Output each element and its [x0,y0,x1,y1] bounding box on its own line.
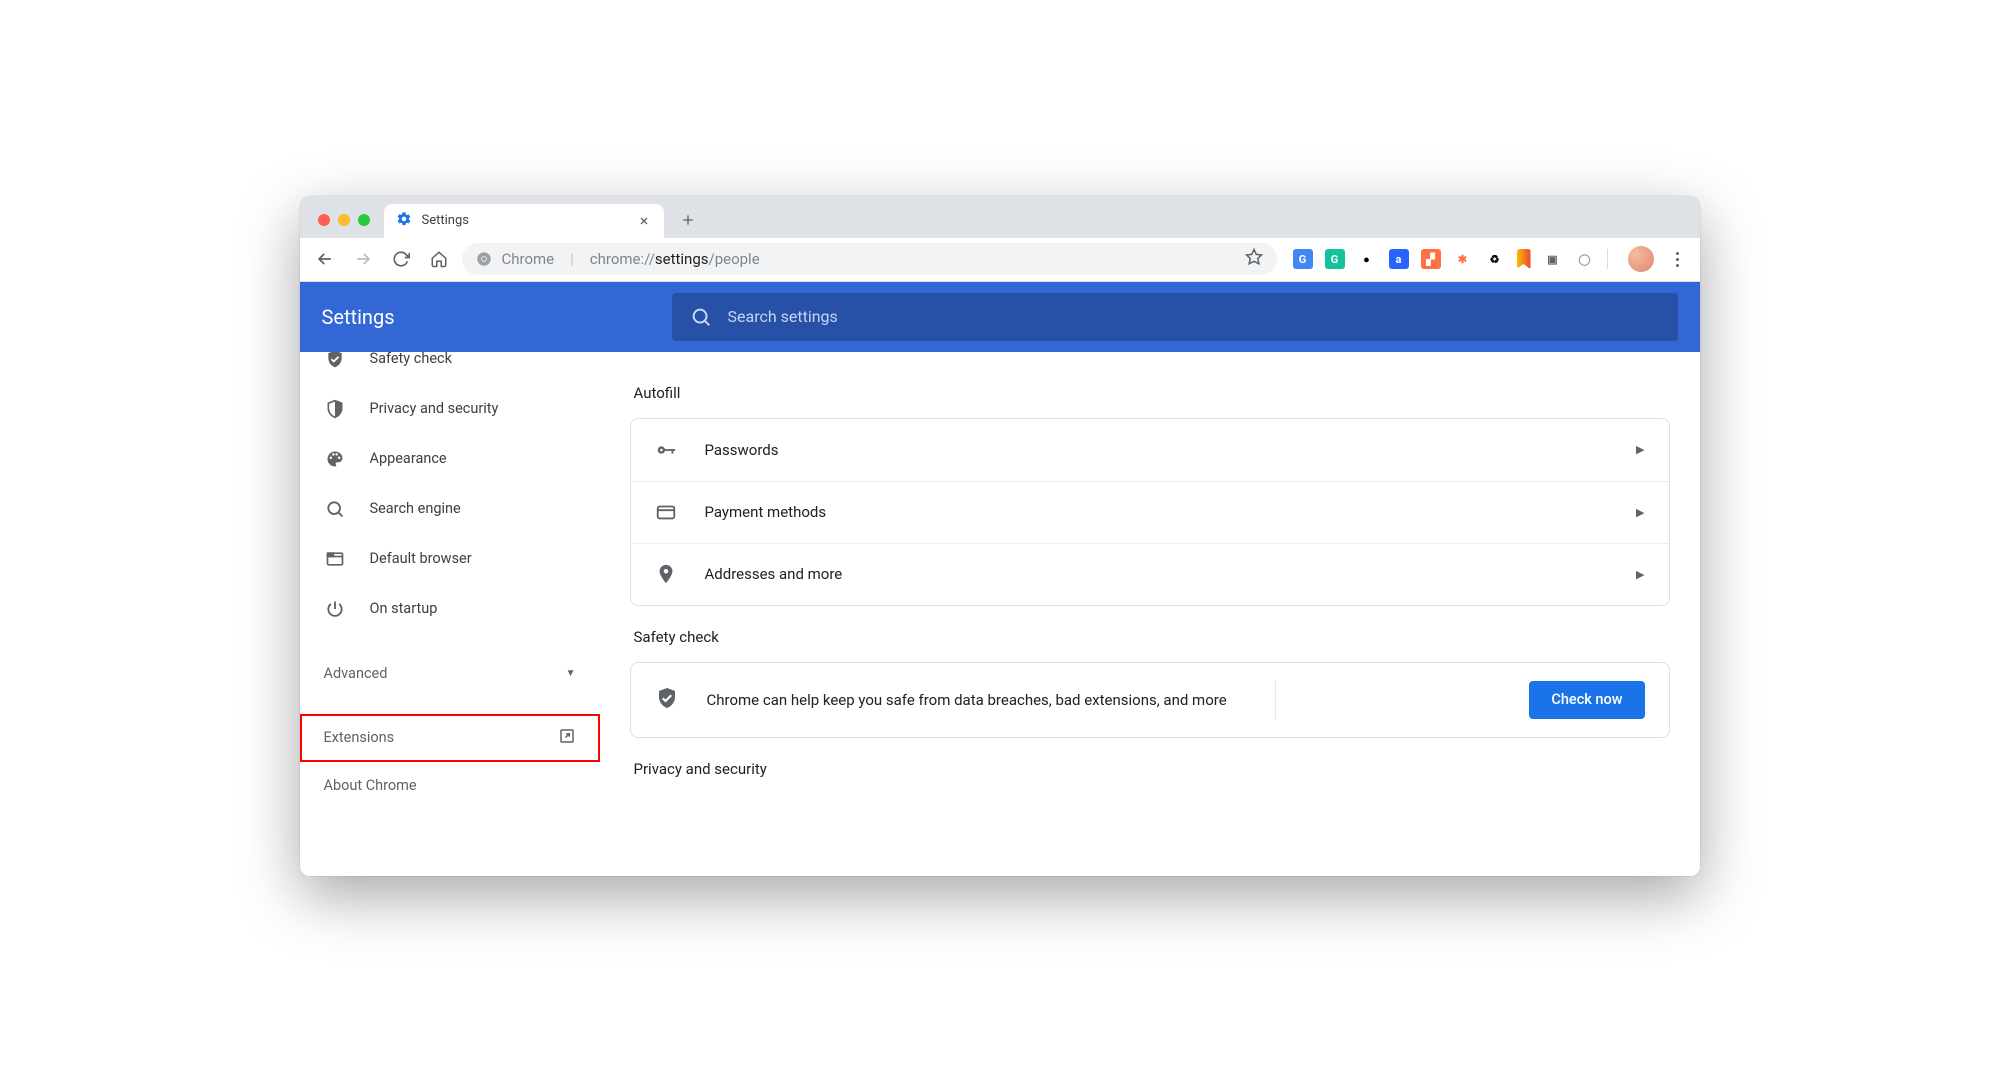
about-label: About Chrome [324,777,417,794]
search-settings-input[interactable]: Search settings [672,293,1678,341]
content-area: Safety check Privacy and security Appear… [300,352,1700,876]
bookmark-star-icon[interactable] [1245,248,1263,270]
close-window-button[interactable] [318,214,330,226]
search-placeholder: Search settings [728,307,838,326]
extension-icon-circle[interactable]: ◯ [1575,249,1595,269]
autofill-passwords-row[interactable]: Passwords ▶ [631,419,1669,481]
autofill-addresses-row[interactable]: Addresses and more ▶ [631,543,1669,605]
separator [1607,249,1608,269]
advanced-label: Advanced [324,665,388,682]
gear-icon [396,211,412,231]
sidebar-item-default-browser[interactable]: Default browser [300,534,600,584]
extension-icon-amazon[interactable]: a [1389,249,1409,269]
sidebar-item-label: Safety check [370,352,452,368]
extensions-label: Extensions [324,729,395,746]
extension-icon-translate[interactable]: G [1293,249,1313,269]
check-now-button[interactable]: Check now [1529,681,1644,719]
sidebar-item-search-engine[interactable]: Search engine [300,484,600,534]
minimize-window-button[interactable] [338,214,350,226]
page-title: Settings [322,305,652,329]
forward-button[interactable] [348,244,378,274]
browser-toolbar: Chrome | chrome://settings/people GG ● a ▞ ✱… [300,238,1700,282]
chevron-right-icon: ▶ [1636,506,1644,519]
extension-icon-recycle[interactable]: ♻ [1485,249,1505,269]
search-icon [324,499,346,519]
pin-icon [655,563,677,585]
extension-icon-grammarly[interactable]: G [1325,249,1345,269]
reload-button[interactable] [386,244,416,274]
extension-icon-bookmark[interactable] [1517,249,1531,269]
new-tab-button[interactable] [674,206,702,234]
safety-section-title: Safety check [634,628,1670,646]
home-button[interactable] [424,244,454,274]
maximize-window-button[interactable] [358,214,370,226]
card-icon [655,501,677,523]
chrome-icon [476,251,492,267]
caret-down-icon: ▼ [566,668,576,679]
sidebar-item-safety-check[interactable]: Safety check [300,352,600,384]
extension-icon-analytics[interactable]: ▞ [1421,249,1441,269]
extension-icons: GG ● a ▞ ✱ ♻ ▣ ◯ [1293,249,1595,269]
search-icon [690,306,712,328]
privacy-section-title: Privacy and security [634,760,1670,778]
extension-icon-similarweb[interactable]: ● [1357,249,1377,269]
address-bar[interactable]: Chrome | chrome://settings/people [462,243,1277,275]
settings-main: Autofill Passwords ▶ Payment methods ▶ [600,352,1700,876]
sidebar-item-appearance[interactable]: Appearance [300,434,600,484]
shield-check-icon [324,352,346,369]
tab-close-button[interactable] [636,213,652,229]
tab-strip: Settings [300,196,1700,238]
shield-check-icon [655,686,679,714]
sidebar-item-label: On startup [370,600,438,617]
row-label: Payment methods [705,503,827,521]
window-controls [318,214,370,226]
back-button[interactable] [310,244,340,274]
sidebar-item-label: Search engine [370,500,461,517]
settings-sidebar: Safety check Privacy and security Appear… [300,352,600,876]
autofill-section-title: Autofill [634,384,1670,402]
browser-window: Settings Chrome | chro [300,196,1700,876]
chevron-right-icon: ▶ [1636,443,1644,456]
url-text: chrome://settings/people [590,250,760,268]
tab-title: Settings [422,213,469,228]
key-icon [655,439,677,461]
sidebar-item-label: Default browser [370,550,472,567]
sidebar-item-about[interactable]: About Chrome [300,762,600,810]
browser-icon [324,549,346,569]
power-icon [324,599,346,619]
open-external-icon [558,727,576,749]
sidebar-item-label: Privacy and security [370,400,499,417]
sidebar-item-privacy[interactable]: Privacy and security [300,384,600,434]
browser-tab[interactable]: Settings [384,204,664,238]
extension-icon-misc1[interactable]: ✱ [1453,249,1473,269]
sidebar-advanced-toggle[interactable]: Advanced ▼ [300,650,600,698]
row-label: Addresses and more [705,565,843,583]
settings-header: Settings Search settings [300,282,1700,352]
sidebar-item-label: Appearance [370,450,447,467]
safety-check-card: Chrome can help keep you safe from data … [630,662,1670,738]
chevron-right-icon: ▶ [1636,568,1644,581]
profile-avatar[interactable] [1628,246,1654,272]
extension-icon-cast[interactable]: ▣ [1543,249,1563,269]
safety-text: Chrome can help keep you safe from data … [707,691,1227,709]
autofill-card: Passwords ▶ Payment methods ▶ Addresses … [630,418,1670,606]
separator [1275,680,1276,720]
browser-menu-button[interactable] [1666,252,1690,267]
shield-icon [324,399,346,419]
row-label: Passwords [705,441,779,459]
autofill-payment-row[interactable]: Payment methods ▶ [631,481,1669,543]
url-prefix: Chrome [502,250,555,268]
sidebar-item-extensions[interactable]: Extensions [300,714,600,762]
url-separator: | [570,250,574,268]
sidebar-item-on-startup[interactable]: On startup [300,584,600,634]
palette-icon [324,449,346,469]
